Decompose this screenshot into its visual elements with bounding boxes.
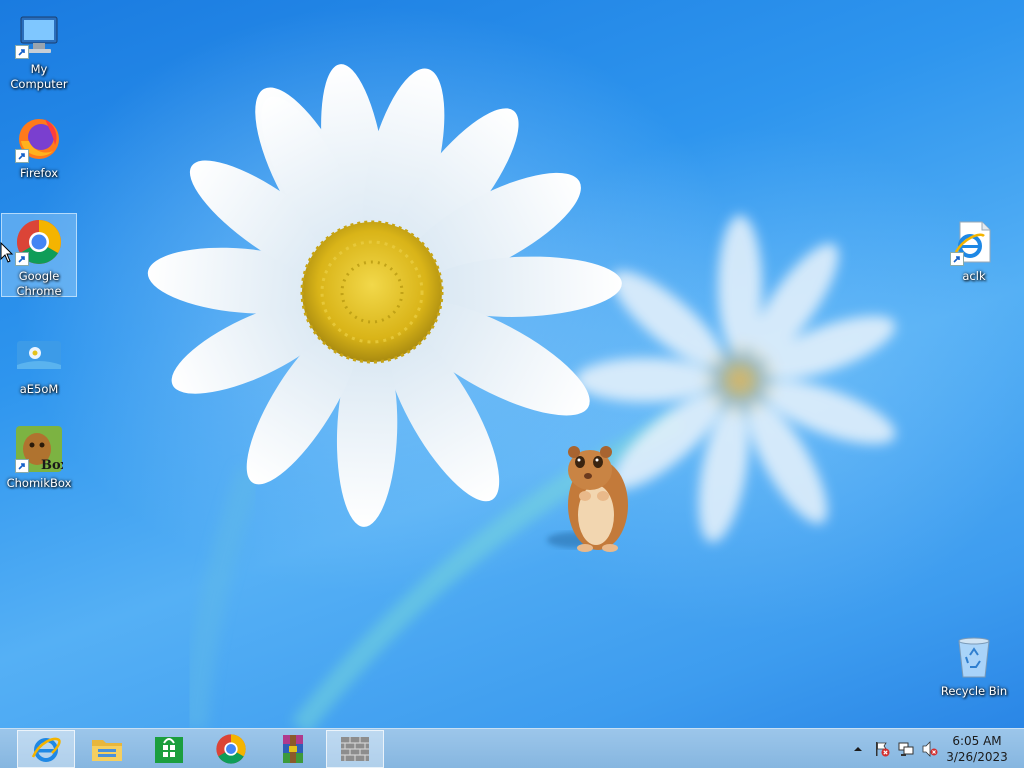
firefox-icon: [15, 115, 63, 163]
desktop[interactable]: My Computer Firefox Google Chrome aE5oM …: [0, 0, 1024, 728]
desktop-icon-label: Recycle Bin: [940, 684, 1008, 698]
computer-icon: [15, 11, 63, 59]
show-hidden-icons-chevron[interactable]: [849, 741, 867, 757]
taskbar-firewall[interactable]: [326, 730, 384, 768]
desktop-icon-recycle-bin[interactable]: Recycle Bin: [936, 628, 1012, 702]
network-icon[interactable]: [897, 741, 915, 757]
chrome-icon: [15, 218, 63, 266]
shortcut-arrow-icon: [15, 45, 29, 59]
desktop-icon-label: ChomikBox: [6, 476, 72, 490]
taskbar[interactable]: 6:05 AM 3/26/2023: [0, 728, 1024, 768]
taskbar-clock[interactable]: 6:05 AM 3/26/2023: [944, 733, 1010, 765]
taskbar-file-explorer[interactable]: [78, 730, 136, 768]
brick-wall-icon: [341, 737, 369, 761]
shortcut-arrow-icon: [15, 149, 29, 163]
internet-explorer-icon: [31, 737, 61, 762]
volume-muted-icon[interactable]: [921, 741, 939, 757]
svg-text:Box: Box: [41, 458, 63, 473]
desktop-icon-chomikbox[interactable]: Box ChomikBox: [1, 420, 77, 494]
file-explorer-icon: [92, 740, 122, 761]
shortcut-arrow-icon: [15, 459, 29, 473]
taskbar-internet-explorer[interactable]: [17, 730, 75, 768]
taskbar-google-chrome[interactable]: [202, 730, 260, 768]
shortcut-arrow-icon: [15, 252, 29, 266]
chrome-icon: [216, 734, 246, 764]
wallpaper: [147, 64, 896, 728]
store-icon: [155, 737, 183, 763]
recycle-bin-icon: [950, 633, 998, 681]
desktop-icon-ae5om[interactable]: aE5oM: [1, 326, 77, 400]
action-center-flag-icon[interactable]: [873, 741, 891, 757]
desktop-icon-firefox[interactable]: Firefox: [1, 110, 77, 184]
clock-time: 6:05 AM: [952, 734, 1002, 748]
desktop-icon-my-computer[interactable]: My Computer: [1, 6, 77, 95]
desktop-icon-label: aclk: [962, 269, 986, 283]
shortcut-arrow-icon: [950, 252, 964, 266]
mouse-cursor-icon: [0, 242, 14, 263]
internet-explorer-file-icon: [950, 218, 998, 266]
taskbar-winrar[interactable]: [264, 730, 322, 768]
desktop-icon-label: aE5oM: [19, 382, 59, 396]
desktop-icon-label: Firefox: [19, 166, 59, 180]
winrar-icon: [283, 735, 303, 763]
chomikbox-icon: Box: [15, 425, 69, 473]
image-file-icon: [15, 331, 63, 379]
desktop-icon-aclk[interactable]: aclk: [936, 213, 1012, 287]
clock-date: 3/26/2023: [946, 750, 1008, 764]
desktop-icon-label: Google Chrome: [16, 269, 62, 298]
taskbar-store[interactable]: [140, 730, 198, 768]
desktop-icon-label: My Computer: [10, 62, 68, 91]
